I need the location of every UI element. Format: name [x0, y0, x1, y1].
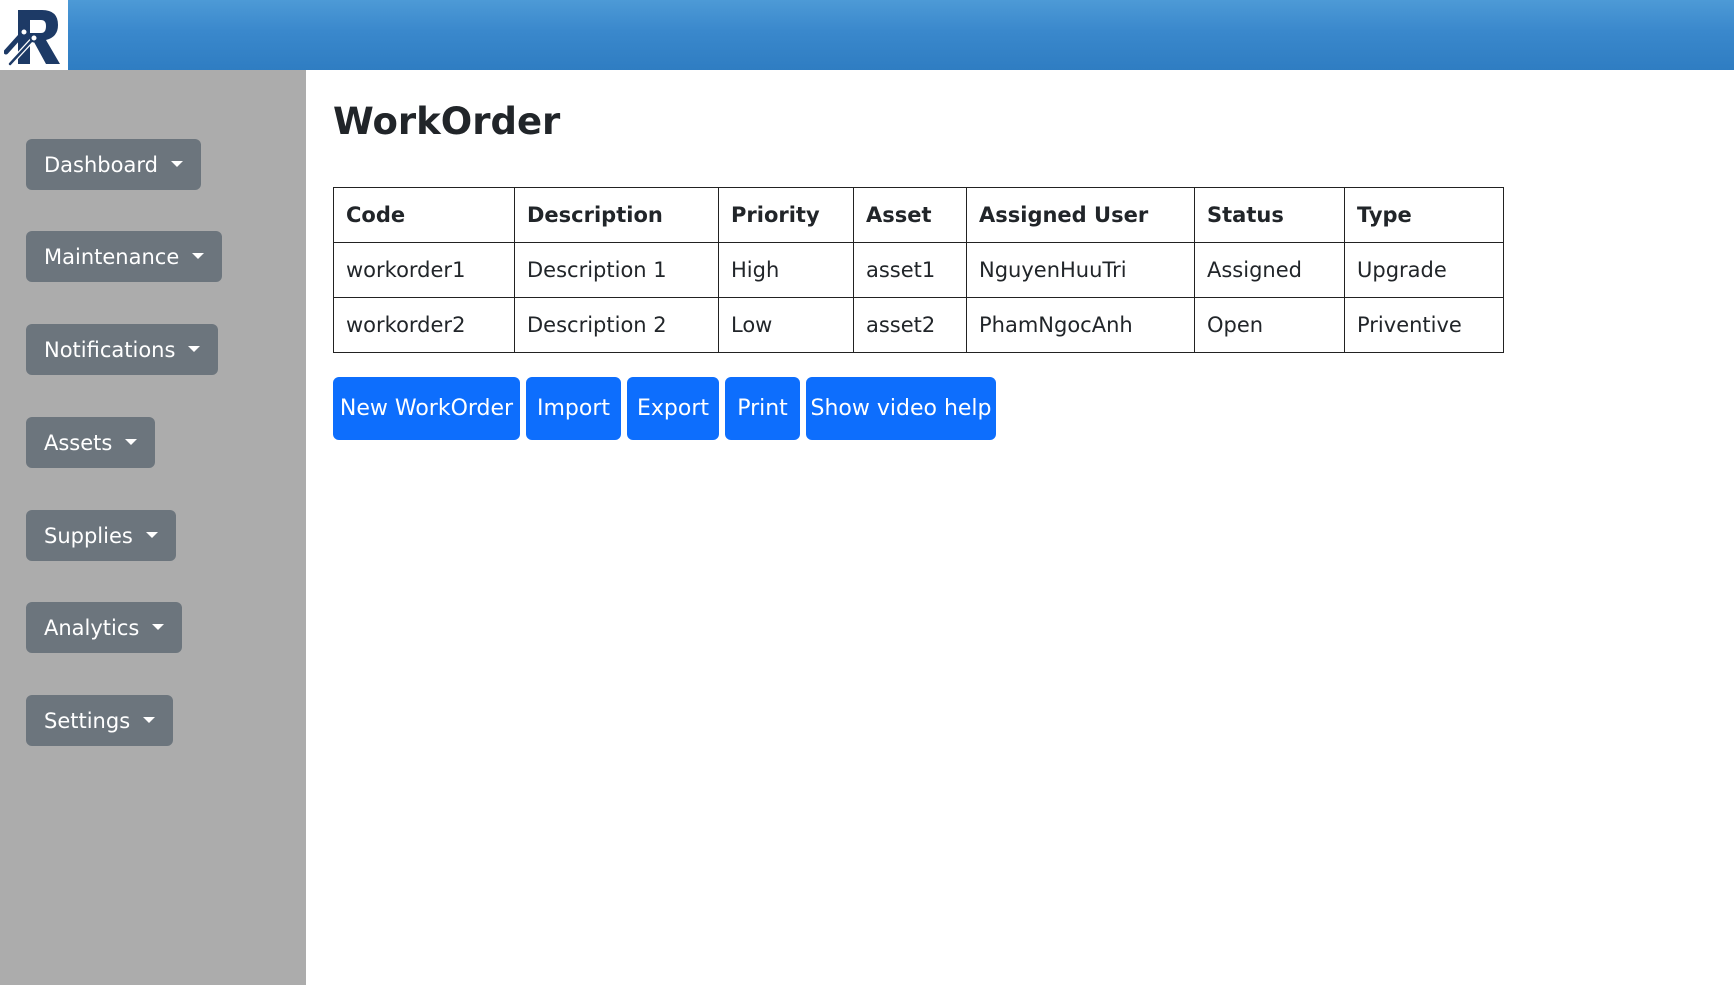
import-button[interactable]: Import — [526, 377, 621, 440]
sidebar-item-dashboard[interactable]: Dashboard — [26, 139, 201, 190]
sidebar-item-label: Supplies — [44, 523, 133, 548]
cell-type: Upgrade — [1344, 242, 1504, 298]
sidebar-item-label: Analytics — [44, 615, 140, 640]
table-row[interactable]: workorder1 Description 1 High asset1 Ngu… — [333, 242, 1504, 298]
cell-type: Priventive — [1344, 297, 1504, 353]
cell-assigned-user: NguyenHuuTri — [966, 242, 1195, 298]
sidebar-item-analytics[interactable]: Analytics — [26, 602, 183, 653]
column-header-code: Code — [333, 187, 515, 243]
cell-code: workorder1 — [333, 242, 515, 298]
column-header-description: Description — [514, 187, 719, 243]
workorder-table: Code Description Priority Asset Assigned… — [333, 187, 1504, 353]
column-header-priority: Priority — [718, 187, 854, 243]
sidebar-item-assets[interactable]: Assets — [26, 417, 156, 468]
cell-assigned-user: PhamNgocAnh — [966, 297, 1195, 353]
column-header-asset: Asset — [853, 187, 967, 243]
sidebar: Dashboard Maintenance Notifications Asse… — [0, 70, 306, 985]
table-row[interactable]: workorder2 Description 2 Low asset2 Pham… — [333, 297, 1504, 353]
cell-description: Description 2 — [514, 297, 719, 353]
caret-down-icon — [192, 252, 205, 259]
cell-status: Open — [1194, 297, 1345, 353]
caret-down-icon — [170, 160, 183, 167]
brand-logo[interactable] — [0, 0, 68, 70]
cell-priority: Low — [718, 297, 854, 353]
column-header-status: Status — [1194, 187, 1345, 243]
sidebar-item-label: Dashboard — [44, 152, 158, 177]
cell-asset: asset2 — [853, 297, 967, 353]
cell-asset: asset1 — [853, 242, 967, 298]
sidebar-item-label: Notifications — [44, 337, 176, 362]
table-header-row: Code Description Priority Asset Assigned… — [333, 187, 1504, 243]
sidebar-item-label: Assets — [44, 430, 113, 455]
sidebar-item-notifications[interactable]: Notifications — [26, 324, 219, 375]
caret-down-icon — [143, 716, 156, 723]
sidebar-item-label: Maintenance — [44, 244, 180, 269]
new-workorder-button[interactable]: New WorkOrder — [333, 377, 520, 440]
sidebar-item-settings[interactable]: Settings — [26, 695, 174, 746]
page-title: WorkOrder — [333, 100, 561, 143]
caret-down-icon — [152, 623, 165, 630]
caret-down-icon — [125, 438, 138, 445]
brand-logo-icon — [4, 10, 60, 66]
cell-priority: High — [718, 242, 854, 298]
show-video-help-button[interactable]: Show video help — [806, 377, 996, 440]
sidebar-item-label: Settings — [44, 708, 131, 733]
caret-down-icon — [145, 531, 158, 538]
sidebar-item-maintenance[interactable]: Maintenance — [26, 231, 223, 282]
cell-description: Description 1 — [514, 242, 719, 298]
caret-down-icon — [188, 345, 201, 352]
print-button[interactable]: Print — [725, 377, 800, 440]
cell-code: workorder2 — [333, 297, 515, 353]
cell-status: Assigned — [1194, 242, 1345, 298]
column-header-assigned-user: Assigned User — [966, 187, 1195, 243]
top-header-bar — [0, 0, 1734, 70]
column-header-type: Type — [1344, 187, 1504, 243]
sidebar-item-supplies[interactable]: Supplies — [26, 510, 176, 561]
export-button[interactable]: Export — [627, 377, 719, 440]
